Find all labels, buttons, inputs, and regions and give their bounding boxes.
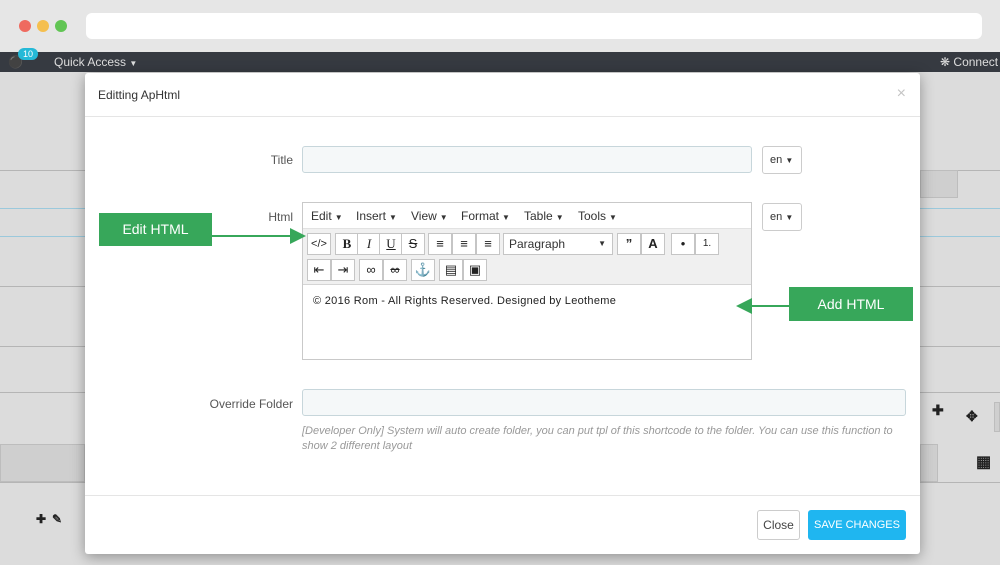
menu-format[interactable]: Format ▼	[461, 209, 510, 223]
editor-content[interactable]: © 2016 Rom - All Rights Reserved. Design…	[313, 295, 616, 307]
menu-edit-label: Edit	[311, 209, 332, 223]
align-left-icon[interactable]: ≡	[428, 233, 452, 255]
caret-down-icon: ▼	[129, 59, 138, 68]
caret-down-icon: ▼	[785, 156, 794, 165]
paragraph-format-value: Paragraph	[509, 237, 566, 251]
window-minimize-dot[interactable]	[37, 20, 49, 32]
quick-access-menu[interactable]: Quick Access ▼	[54, 55, 137, 69]
notification-badge: 10	[18, 48, 39, 60]
align-center-icon[interactable]: ≡	[452, 233, 476, 255]
quick-access-label: Quick Access	[54, 55, 127, 69]
numbered-list-icon[interactable]: 1.	[695, 233, 719, 255]
strikethrough-icon[interactable]: S	[401, 233, 425, 255]
source-code-icon[interactable]: </>	[307, 233, 331, 255]
add-icon[interactable]: ✚	[36, 512, 46, 526]
underline-icon[interactable]: U	[379, 233, 403, 255]
language-value: en	[770, 154, 783, 166]
edit-html-callout: Edit HTML	[99, 213, 212, 246]
title-input[interactable]	[302, 146, 752, 173]
caret-down-icon: ▼	[609, 213, 617, 222]
caret-down-icon: ▼	[785, 213, 794, 222]
add-icon[interactable]: ✚	[932, 402, 944, 419]
text-color-icon[interactable]: A	[641, 233, 665, 255]
menu-view[interactable]: View ▼	[411, 209, 448, 223]
save-changes-button[interactable]: SAVE CHANGES	[808, 510, 906, 540]
modal-header: Editting ApHtml ×	[85, 73, 920, 117]
override-folder-input[interactable]	[302, 389, 906, 416]
caret-down-icon: ▼	[389, 213, 397, 222]
menu-tools-label: Tools	[578, 209, 607, 223]
align-right-icon[interactable]: ≡	[476, 233, 500, 255]
caret-down-icon: ▼	[598, 239, 606, 248]
bg-box	[920, 444, 938, 482]
menu-table-label: Table	[524, 209, 553, 223]
modal-footer: Close SAVE CHANGES	[85, 495, 920, 554]
bold-icon[interactable]: B	[335, 233, 359, 255]
browser-chrome	[0, 0, 1000, 52]
italic-icon[interactable]: I	[357, 233, 381, 255]
menu-edit[interactable]: Edit ▼	[311, 209, 343, 223]
caret-down-icon: ▼	[555, 213, 564, 222]
outdent-icon[interactable]: ⇤	[307, 259, 331, 281]
connect-icon: ❋	[940, 55, 951, 69]
blockquote-icon[interactable]: ”	[617, 233, 641, 255]
indent-icon[interactable]: ⇥	[331, 259, 355, 281]
editor-toolbar: </> B I U S ≡ ≡ ≡ Paragraph ▼ ” A • 1. ⇤ …	[303, 229, 751, 285]
media-film-icon[interactable]: ▤	[439, 259, 463, 281]
link-icon[interactable]: ∞	[359, 259, 383, 281]
anchor-icon[interactable]: ⚓	[411, 259, 435, 281]
admin-top-bar: ⚫ 10 Quick Access ▼ ❋ Connect	[0, 48, 1000, 72]
menu-insert-label: Insert	[356, 209, 387, 223]
unlink-icon[interactable]: ∞	[383, 259, 407, 281]
caret-down-icon: ▼	[439, 213, 448, 222]
menu-table[interactable]: Table ▼	[524, 209, 564, 223]
editor-menubar: Edit ▼ Insert ▼ View ▼ Format ▼ Table ▼ Tools…	[303, 203, 751, 229]
bg-box	[994, 402, 1000, 432]
address-bar[interactable]	[86, 13, 982, 39]
bullet-list-icon[interactable]: •	[671, 233, 695, 255]
close-icon[interactable]: ×	[897, 85, 906, 103]
bg-box	[0, 444, 85, 482]
caret-down-icon: ▼	[502, 213, 510, 222]
modal-title: Editting ApHtml	[98, 88, 181, 102]
title-language-select[interactable]: en ▼	[762, 146, 802, 174]
move-icon[interactable]: ✥	[966, 408, 978, 425]
close-button[interactable]: Close	[757, 510, 800, 540]
menu-tools[interactable]: Tools ▼	[578, 209, 617, 223]
menu-format-label: Format	[461, 209, 500, 223]
window-maximize-dot[interactable]	[55, 20, 67, 32]
override-folder-help-text: [Developer Only] System will auto create…	[302, 425, 893, 452]
title-label: Title	[270, 153, 293, 167]
override-folder-label: Override Folder	[209, 397, 293, 411]
image-icon[interactable]: ▣	[463, 259, 487, 281]
menu-insert[interactable]: Insert ▼	[356, 209, 397, 223]
edit-pencil-icon[interactable]: ✎	[52, 512, 62, 526]
grid-icon[interactable]: ▦	[976, 452, 991, 472]
caret-down-icon: ▼	[334, 213, 343, 222]
html-language-select[interactable]: en ▼	[762, 203, 802, 231]
bg-box	[920, 170, 958, 198]
connect-link[interactable]: ❋ Connect	[940, 55, 998, 69]
connect-label: Connect	[953, 55, 999, 69]
add-html-callout: Add HTML	[789, 287, 913, 321]
html-editor: Edit ▼ Insert ▼ View ▼ Format ▼ Table ▼ Tools…	[302, 202, 752, 360]
language-value: en	[770, 211, 783, 223]
html-label: Html	[268, 210, 293, 224]
paragraph-format-select[interactable]: Paragraph ▼	[503, 233, 613, 255]
window-close-dot[interactable]	[19, 20, 31, 32]
menu-view-label: View	[411, 209, 437, 223]
